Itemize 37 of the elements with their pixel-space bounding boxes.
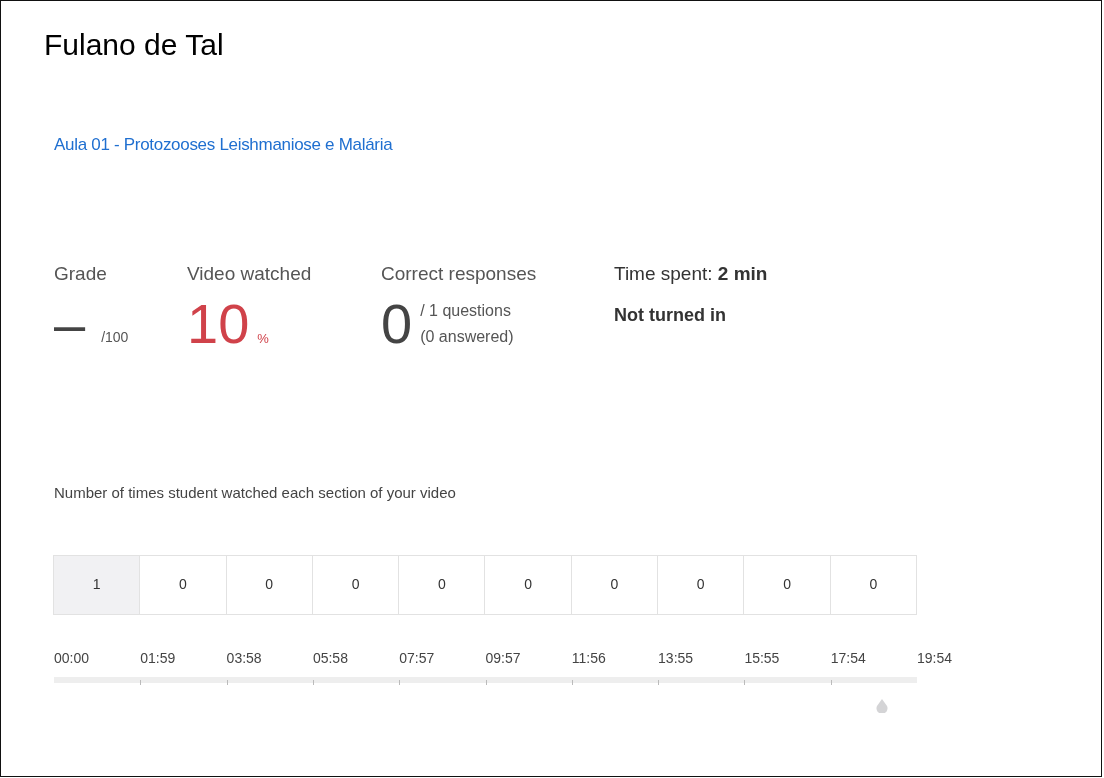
grade-label: Grade	[54, 261, 108, 286]
grade-value: –	[54, 296, 86, 352]
video-watched-label: Video watched	[187, 261, 313, 286]
time-label: 05:58	[312, 649, 348, 666]
time-label: 15:55	[744, 649, 780, 666]
correct-responses-label: Correct responses	[381, 261, 538, 286]
lesson-link[interactable]: Aula 01 - Protozooses Leishmaniose e Malária	[54, 132, 393, 158]
heatmap-cell: 1	[53, 554, 141, 615]
time-label: 00:00	[54, 649, 90, 666]
heatmap-cell: 0	[829, 554, 917, 615]
time-label: 17:54	[830, 649, 866, 666]
time-label: 09:57	[485, 649, 521, 666]
correct-responses-value: 0	[381, 296, 413, 352]
student-name: Fulano de Tal	[44, 27, 225, 63]
heatmap-cell: 0	[398, 554, 486, 615]
heatmap-cell: 0	[570, 554, 659, 615]
playhead-marker-icon[interactable]	[876, 698, 889, 713]
heatmap-cell: 0	[484, 554, 572, 615]
percent-sign: %	[257, 329, 269, 348]
video-watched-value: 10	[187, 296, 250, 352]
time-spent: Time spent: 2 min	[614, 261, 768, 286]
time-label: 11:56	[571, 649, 606, 666]
questions-total: / 1 questions	[420, 301, 512, 322]
heatmap-cell: 0	[225, 554, 313, 615]
time-label: 01:59	[140, 649, 176, 666]
heatmap-cell: 0	[657, 554, 745, 615]
submission-status: Not turned in	[614, 304, 727, 327]
answered-count: (0 answered)	[420, 327, 514, 347]
heatmap-cell: 0	[311, 554, 400, 615]
heatmap-title: Number of times student watched each section of your video	[54, 483, 457, 503]
grade-scale: /100	[101, 328, 129, 347]
time-label: 03:58	[226, 649, 262, 666]
time-label: 19:54	[916, 649, 952, 666]
heatmap-cell: 0	[139, 554, 227, 615]
time-label: 13:55	[658, 649, 694, 666]
heatmap-cell: 0	[743, 554, 831, 615]
time-label: 07:57	[399, 649, 435, 666]
